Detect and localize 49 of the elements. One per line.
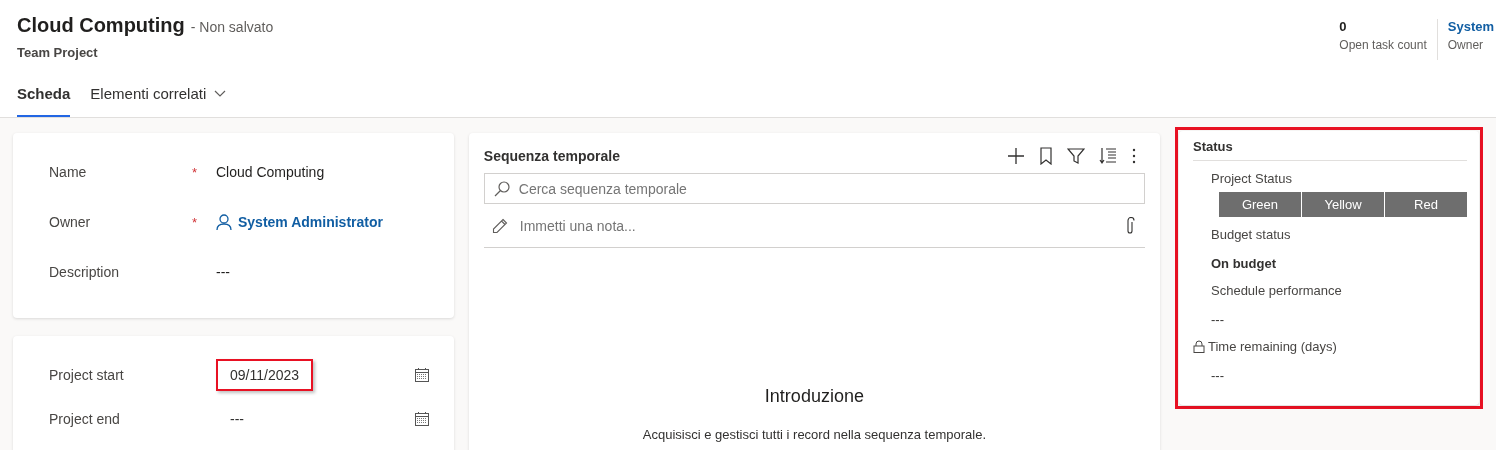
status-option[interactable]: Red: [1385, 192, 1467, 217]
lock-icon: [1193, 340, 1205, 353]
field-label: Name: [49, 164, 88, 180]
plus-icon[interactable]: [1007, 147, 1025, 165]
search-icon: [493, 181, 510, 197]
header-value: 0: [1339, 19, 1348, 34]
field-label: Schedule performance: [1211, 283, 1342, 298]
required-mark: *: [192, 164, 198, 180]
date-field[interactable]: 09/11/2023: [216, 359, 314, 391]
paperclip-icon[interactable]: [1125, 217, 1135, 235]
pencil-icon: [491, 218, 508, 234]
header-link[interactable]: System: [1447, 19, 1494, 34]
field-label: Project end: [49, 411, 121, 427]
field-label: Description: [49, 264, 121, 280]
header-label: Owner: [1447, 38, 1485, 52]
field-value: ---: [216, 264, 230, 280]
header-label: Open task count: [1339, 38, 1427, 52]
field-label: Project Status: [1211, 171, 1293, 186]
filter-icon[interactable]: [1067, 147, 1085, 165]
calendar-icon[interactable]: [413, 411, 430, 427]
empty-state-title: Introduzione: [763, 386, 865, 407]
tab[interactable]: Elementi correlati: [90, 85, 227, 117]
field-label: Time remaining (days): [1208, 339, 1337, 354]
bookmark-icon[interactable]: [1039, 147, 1053, 165]
required-mark: *: [192, 214, 198, 230]
section-title: Status: [1193, 139, 1467, 161]
field-value: ---: [1211, 368, 1225, 383]
empty-state-text: Acquisisci e gestisci tutti i record nella sequenza temporale.: [641, 427, 987, 442]
status-option[interactable]: Green: [1219, 192, 1301, 217]
sort-icon[interactable]: [1099, 147, 1117, 165]
search-field[interactable]: Cerca sequenza temporale: [483, 173, 1145, 204]
field-value: On budget: [1211, 256, 1277, 271]
field-label: Owner: [49, 214, 92, 230]
timeline-title: Sequenza temporale: [483, 148, 620, 164]
person-icon: [216, 213, 232, 231]
more-icon[interactable]: [1131, 147, 1137, 165]
save-status: - Non salvato: [190, 19, 274, 35]
chevron-down-icon: [214, 89, 227, 98]
entity-name: Team Project: [17, 45, 99, 60]
field-label: Project start: [49, 367, 125, 383]
field-value: ---: [1211, 312, 1225, 327]
date-field[interactable]: ---: [216, 403, 258, 435]
calendar-icon[interactable]: [413, 367, 430, 383]
status-option[interactable]: Yellow: [1302, 192, 1384, 217]
field-label: Budget status: [1211, 227, 1291, 242]
tab[interactable]: Scheda: [17, 85, 71, 117]
field-value: Cloud Computing: [216, 164, 325, 180]
lookup-link[interactable]: System Administrator: [216, 213, 383, 231]
record-title: Cloud Computing: [17, 14, 185, 37]
